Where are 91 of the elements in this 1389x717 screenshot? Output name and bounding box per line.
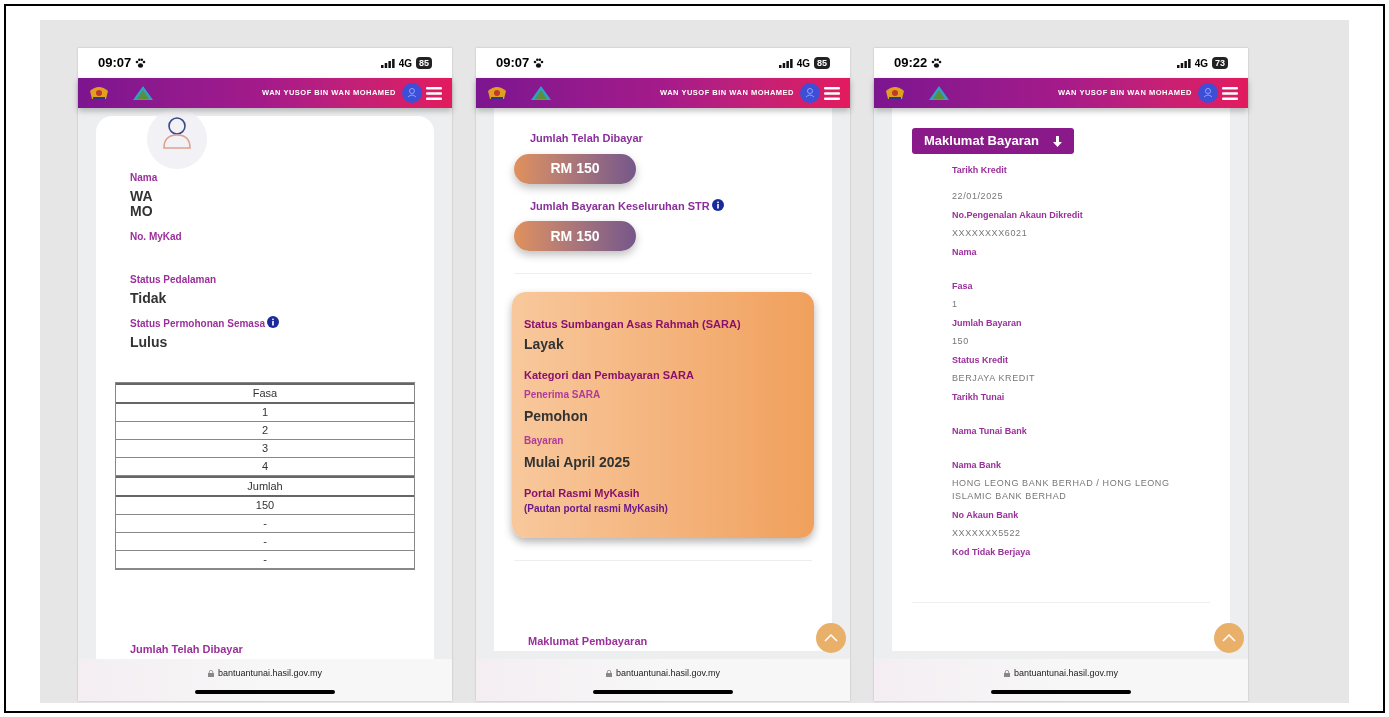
field-value: Tidak: [130, 291, 168, 306]
card-title: Kategori dan Pembayaran SARA: [524, 369, 695, 381]
network-type: 4G: [398, 56, 412, 71]
amount-label: Jumlah Bayaran Keseluruhan STR: [530, 197, 832, 214]
detail-value: HONG LEONG BANK BERHAD / HONG LEONG ISLAMIC BANK BERHAD: [952, 477, 1170, 503]
triangle-logo-icon: [928, 85, 950, 101]
table-cell: 150: [116, 497, 414, 515]
detail-value: 22/01/2025: [952, 190, 1005, 203]
table-cell: Jumlah: [116, 476, 414, 497]
paw-icon: [533, 58, 545, 68]
card-value: Pemohon: [524, 407, 589, 426]
signal-icon: [1176, 58, 1191, 68]
detail-label: Kod Tidak Berjaya: [952, 546, 1032, 558]
section-heading: Maklumat Pembayaran: [528, 633, 648, 649]
signal-icon: [380, 58, 395, 68]
info-icon[interactable]: [711, 198, 724, 211]
triangle-logo-icon: [132, 85, 154, 101]
paw-icon: [135, 58, 147, 68]
menu-icon[interactable]: [824, 86, 840, 100]
url-text: bantuantunai.hasil.gov.my: [616, 667, 720, 680]
detail-value: XXXXXXXX6021: [952, 227, 1029, 240]
table-cell: -: [116, 515, 414, 533]
amount-pill: RM 150: [514, 153, 636, 184]
table-cell: 3: [116, 440, 414, 458]
amount-pill: RM 150: [514, 221, 636, 251]
detail-label: Nama Bank: [952, 459, 1003, 471]
card-title: Portal Rasmi MyKasih: [524, 487, 641, 499]
arrow-down-icon: [1052, 135, 1062, 147]
field-label: Status Permohonan Semasa: [130, 316, 434, 331]
detail-label: Fasa: [952, 280, 974, 292]
crest-logo-icon: [88, 85, 110, 101]
detail-value: BERJAYA KREDIT: [952, 372, 1037, 385]
crest-logo-icon: [486, 85, 508, 101]
user-avatar-icon[interactable]: [402, 83, 422, 103]
table-cell: 2: [116, 422, 414, 440]
card-value: Mulai April 2025: [524, 453, 632, 472]
detail-value: 150: [952, 335, 970, 348]
info-icon[interactable]: [267, 316, 280, 328]
user-avatar-icon[interactable]: [800, 83, 820, 103]
section-heading: Jumlah Telah Dibayar: [130, 641, 243, 657]
status-time: 09:07: [496, 54, 530, 73]
table-cell: -: [116, 533, 414, 551]
field-label: No. MyKad: [130, 230, 183, 244]
detail-label: Nama Tunai Bank: [952, 425, 1028, 437]
card-label: Bayaran: [524, 434, 565, 448]
battery-level: 73: [1212, 57, 1228, 69]
menu-icon[interactable]: [426, 86, 442, 100]
payment-info-button[interactable]: Maklumat Bayaran: [912, 128, 1074, 154]
card-title: Status Sumbangan Asas Rahmah (SARA): [524, 318, 742, 330]
network-type: 4G: [1194, 56, 1208, 71]
portal-link[interactable]: (Pautan portal rasmi MyKasih): [524, 501, 802, 516]
signal-icon: [778, 58, 793, 68]
detail-label: Status Kredit: [952, 354, 1009, 366]
battery-level: 85: [814, 57, 830, 69]
lock-icon: [606, 670, 613, 678]
lock-icon: [1004, 670, 1011, 678]
status-time: 09:07: [98, 54, 132, 73]
chevron-up-icon: [1222, 634, 1236, 642]
status-time: 09:22: [894, 54, 928, 73]
field-value: MO: [130, 204, 154, 219]
detail-value: XXXXXXX5522: [952, 527, 1022, 540]
field-label: Nama: [130, 171, 159, 185]
detail-label: Tarikh Kredit: [952, 164, 1008, 176]
detail-label: Tarikh Tunai: [952, 391, 1006, 403]
amount-label: Jumlah Telah Dibayar: [530, 131, 644, 146]
menu-icon[interactable]: [1222, 86, 1238, 100]
field-value: WA: [130, 189, 154, 204]
table-cell: 4: [116, 458, 414, 476]
crest-logo-icon: [884, 85, 906, 101]
paw-icon: [931, 58, 943, 68]
detail-value: 1: [952, 298, 959, 311]
field-label: Status Pedalaman: [130, 273, 218, 287]
detail-label: No Akaun Bank: [952, 509, 1020, 521]
url-text: bantuantunai.hasil.gov.my: [1014, 667, 1118, 680]
detail-label: Jumlah Bayaran: [952, 317, 1023, 329]
url-text: bantuantunai.hasil.gov.my: [218, 667, 322, 680]
table-cell: 1: [116, 404, 414, 422]
field-value: Lulus: [130, 335, 169, 350]
triangle-logo-icon: [530, 85, 552, 101]
table-cell: Fasa: [116, 383, 414, 404]
table-cell: -: [116, 551, 414, 569]
profile-avatar-icon: [146, 108, 208, 170]
battery-level: 85: [416, 57, 432, 69]
detail-label: No.Pengenalan Akaun Dikredit: [952, 209, 1084, 221]
network-type: 4G: [796, 56, 810, 71]
user-avatar-icon[interactable]: [1198, 83, 1218, 103]
lock-icon: [208, 670, 215, 678]
detail-label: Nama: [952, 246, 978, 258]
card-value: Layak: [524, 335, 565, 354]
card-label: Penerima SARA: [524, 388, 602, 402]
chevron-up-icon: [824, 634, 838, 642]
